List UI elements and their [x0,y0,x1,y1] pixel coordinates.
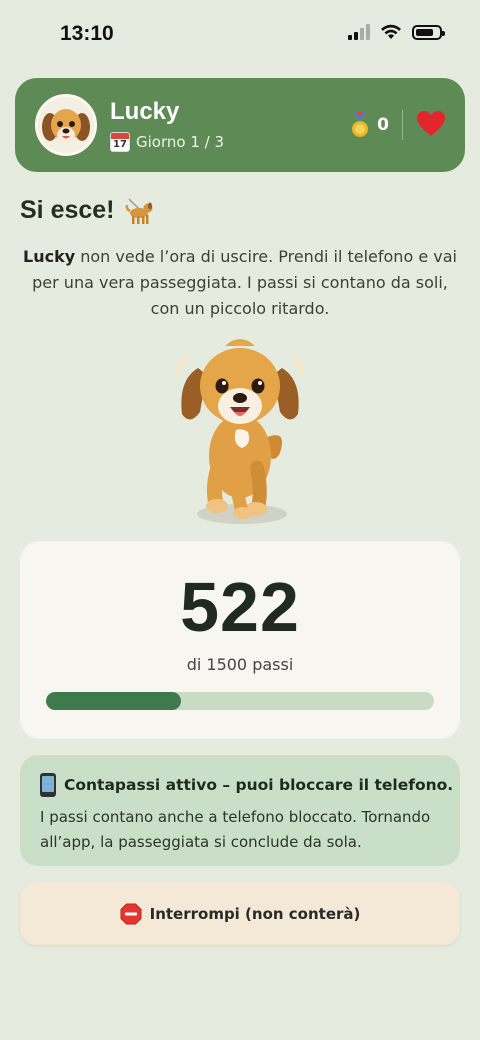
status-icons [348,24,445,40]
mobile-phone-icon [40,773,56,797]
info-text: I passi contano anche a telefono bloccat… [40,808,431,851]
info-title: Contapassi attivo – puoi bloccare il tel… [64,776,454,794]
info-title-row: Contapassi attivo – puoi bloccare il tel… [40,773,453,797]
steps-progress-bar [46,692,434,710]
stop-sign-icon [120,903,142,924]
intro-body: non vede l’ora di uscire. Prendi il tele… [32,247,457,318]
guide-dog-icon [125,197,153,224]
wifi-icon [381,24,401,39]
medal-icon [352,112,369,137]
intro-pet-name: Lucky [23,247,76,266]
pet-name: Lucky [110,98,180,125]
dog-face-icon [42,109,90,143]
walk-title-row: Si esce! [20,196,155,225]
medal-counter[interactable]: 0 [351,112,389,138]
day-counter: 17 Giorno 1 / 3 [110,132,224,152]
medal-count: 0 [377,115,389,135]
stop-walk-button[interactable]: Interrompi (non conterà) [20,882,460,945]
heart-icon[interactable] [417,111,445,137]
calendar-icon: 17 [110,132,130,152]
steps-goal-label: di 1500 passi [186,655,294,674]
walking-dog-illustration [176,339,304,524]
battery-icon [412,24,445,40]
status-time: 13:10 [60,22,114,45]
pet-avatar[interactable] [35,94,97,156]
steps-count: 522 [180,568,300,646]
cellular-signal-icon [348,24,370,40]
header-divider [402,110,403,140]
pedometer-info-card: Contapassi attivo – puoi bloccare il tel… [20,755,460,866]
page-title: Si esce! [20,196,115,224]
calendar-day: 17 [113,139,127,150]
stop-walk-label: Interrompi (non conterà) [149,904,361,923]
day-label: Giorno 1 / 3 [136,133,225,151]
pet-header-card: Lucky 17 Giorno 1 / 3 0 [15,78,465,172]
steps-progress-fill [46,692,182,710]
steps-card: 522 di 1500 passi [20,541,460,739]
walk-intro-text: Lucky non vede l’ora di uscire. Prendi i… [20,244,460,322]
status-bar: 13:10 [0,0,480,70]
